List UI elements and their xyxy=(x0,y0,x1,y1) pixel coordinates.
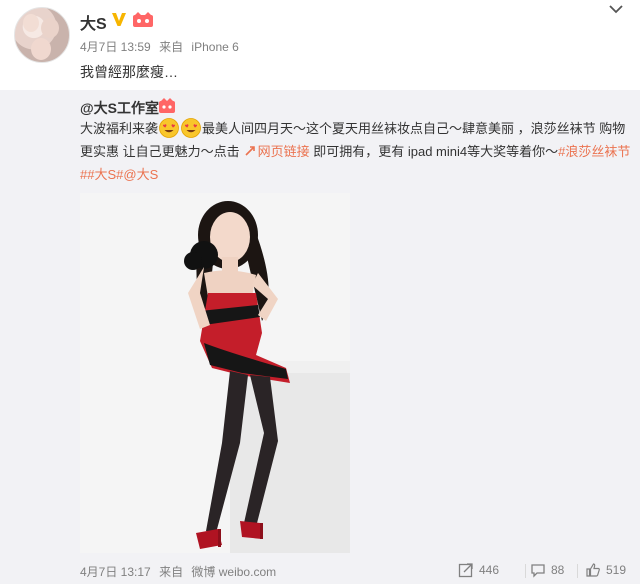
source-prefix: 来自 xyxy=(159,40,184,54)
repost-text-part-1: 大波福利来袭 xyxy=(80,121,159,136)
hashtag-link[interactable]: #大S# xyxy=(87,167,123,182)
heart-eyes-emoji-icon xyxy=(159,118,179,138)
mention-link[interactable]: @大S xyxy=(123,167,158,182)
repost-meta: 4月7日 13:17 来自 微博 weibo.com xyxy=(80,563,281,580)
vip-badge-icon[interactable] xyxy=(132,12,154,28)
verified-v-icon xyxy=(112,13,126,26)
repost-icon xyxy=(458,563,473,578)
divider xyxy=(525,564,526,578)
comment-button[interactable]: 88 xyxy=(530,562,564,578)
post-date[interactable]: 4月7日 13:59 xyxy=(80,40,151,54)
repost-count: 446 xyxy=(479,563,500,577)
post-header: 大S 4月7日 13:59 来自 iPhone 6 我曾經那麼瘦… xyxy=(0,0,640,90)
repost-source[interactable]: 微博 weibo.com xyxy=(191,565,276,579)
link-icon xyxy=(245,146,255,156)
repost-text-part-3: 即可拥有，更有 ipad mini4等大奖等着你～ xyxy=(309,144,559,159)
repost-button[interactable]: 446 xyxy=(458,562,499,578)
heart-eyes-emoji-icon xyxy=(181,118,201,138)
thumbs-up-icon xyxy=(586,563,600,577)
repost-date[interactable]: 4月7日 13:17 xyxy=(80,565,151,579)
like-button[interactable]: 519 xyxy=(585,562,626,578)
repost-username[interactable]: @大S工作室 xyxy=(80,98,159,118)
repost-footer: 4月7日 13:17 来自 微博 weibo.com 446 88 519 xyxy=(0,559,640,584)
author-name[interactable]: 大S xyxy=(80,10,107,34)
comment-icon xyxy=(531,564,545,578)
studio-badge-icon xyxy=(159,98,175,113)
author-avatar[interactable] xyxy=(14,7,70,63)
post-meta: 4月7日 13:59 来自 iPhone 6 xyxy=(80,38,244,55)
like-count: 519 xyxy=(606,563,627,577)
chevron-down-icon[interactable] xyxy=(608,3,624,15)
web-link[interactable]: 网页链接 xyxy=(258,144,310,159)
comment-count: 88 xyxy=(551,563,565,577)
divider xyxy=(577,564,578,578)
post-photo[interactable] xyxy=(80,193,350,553)
repost-container: @大S工作室 大波福利来袭 最美人间四月天～这个夏天用丝袜妆点自己～肆意美丽 ，浪… xyxy=(0,90,640,584)
source-prefix: 来自 xyxy=(159,565,184,579)
post-text: 我曾經那麼瘦… xyxy=(80,64,178,80)
post-source: iPhone 6 xyxy=(191,40,239,54)
repost-text: 大波福利来袭 最美人间四月天～这个夏天用丝袜妆点自己～肆意美丽 ，浪莎丝袜节 购物… xyxy=(80,117,632,186)
